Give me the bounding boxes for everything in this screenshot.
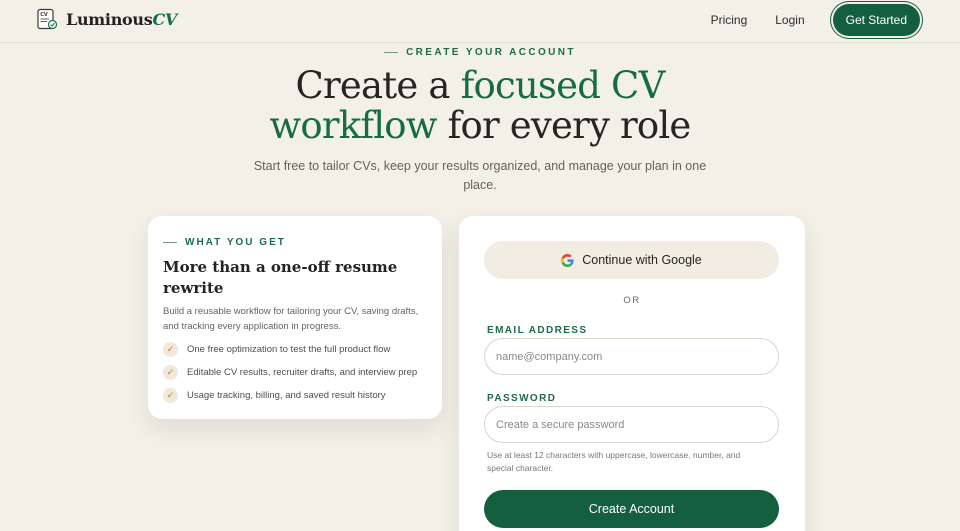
benefits-description-line: Build a reusable workflow for tailoring … — [163, 306, 419, 317]
check-icon: ✓ — [163, 388, 178, 403]
benefits-description: Build a reusable workflow for tailoring … — [163, 304, 427, 334]
benefit-item: ✓ Usage tracking, billing, and saved res… — [163, 388, 427, 403]
check-icon: ✓ — [163, 365, 178, 380]
benefit-item-label: One free optimization to test the full p… — [187, 344, 391, 355]
password-hint: Use at least 12 characters with uppercas… — [487, 449, 777, 474]
create-account-button[interactable]: Create Account — [484, 490, 779, 528]
nav-pricing-link[interactable]: Pricing — [711, 13, 748, 27]
hero-subtitle: Start free to tailor CVs, keep your resu… — [0, 157, 960, 195]
hero-eyebrow: CREATE YOUR ACCOUNT — [0, 47, 960, 58]
benefit-item: ✓ Editable CV results, recruiter drafts,… — [163, 365, 427, 380]
check-icon: ✓ — [163, 342, 178, 357]
brand-name: LuminousCV — [66, 10, 177, 29]
continue-with-google-button[interactable]: Continue with Google — [484, 241, 779, 279]
hero-subtitle-line: Start free to tailor CVs, keep your resu… — [253, 159, 707, 173]
nav-login-link[interactable]: Login — [775, 13, 804, 27]
hero-title-highlight: workflow — [269, 104, 437, 147]
password-hint-line: special character. — [487, 462, 554, 473]
password-hint-line: Use at least 12 characters with uppercas… — [487, 450, 741, 460]
benefit-item: ✓ One free optimization to test the full… — [163, 342, 427, 357]
hero-title-part: Create a — [295, 64, 461, 107]
benefits-title-line: More than a one-off resume — [163, 258, 398, 276]
eyebrow-rule — [163, 242, 177, 243]
benefits-card: WHAT YOU GET More than a one-off resume … — [148, 216, 442, 419]
hero-subtitle-line: place. — [463, 178, 497, 192]
brand-name-accent: CV — [152, 9, 177, 29]
top-nav: Pricing Login Get Started — [711, 4, 920, 36]
hero-title-part: for every role — [436, 104, 692, 147]
eyebrow-rule — [384, 52, 399, 53]
get-started-button[interactable]: Get Started — [832, 4, 920, 36]
benefits-eyebrow-text: WHAT YOU GET — [185, 237, 286, 248]
cv-document-icon: CV — [37, 8, 58, 30]
password-label: PASSWORD — [487, 393, 557, 404]
brand-name-main: Luminous — [66, 9, 153, 29]
benefits-eyebrow: WHAT YOU GET — [163, 237, 427, 248]
hero-title-highlight: focused CV — [460, 64, 666, 107]
email-label: EMAIL ADDRESS — [487, 325, 588, 336]
google-button-label: Continue with Google — [582, 253, 702, 267]
benefits-title-line: rewrite — [163, 279, 224, 297]
password-field[interactable] — [484, 406, 779, 443]
hero-title: Create a focused CV workflow for every r… — [0, 66, 960, 146]
signup-card: Continue with Google OR EMAIL ADDRESS PA… — [459, 216, 805, 531]
brand-logo[interactable]: CV LuminousCV — [36, 8, 177, 30]
google-icon — [561, 253, 574, 267]
email-field[interactable] — [484, 338, 779, 375]
hero-eyebrow-text: CREATE YOUR ACCOUNT — [406, 47, 576, 58]
benefit-item-label: Usage tracking, billing, and saved resul… — [187, 390, 386, 401]
benefits-description-line: and tracking every application in progre… — [163, 321, 341, 332]
benefit-item-label: Editable CV results, recruiter drafts, a… — [187, 367, 418, 378]
benefits-title: More than a one-off resume rewrite — [163, 257, 427, 299]
site-header: CV LuminousCV Pricing Login Get Started — [0, 0, 960, 43]
or-divider: OR — [623, 295, 641, 306]
svg-text:CV: CV — [40, 12, 48, 18]
